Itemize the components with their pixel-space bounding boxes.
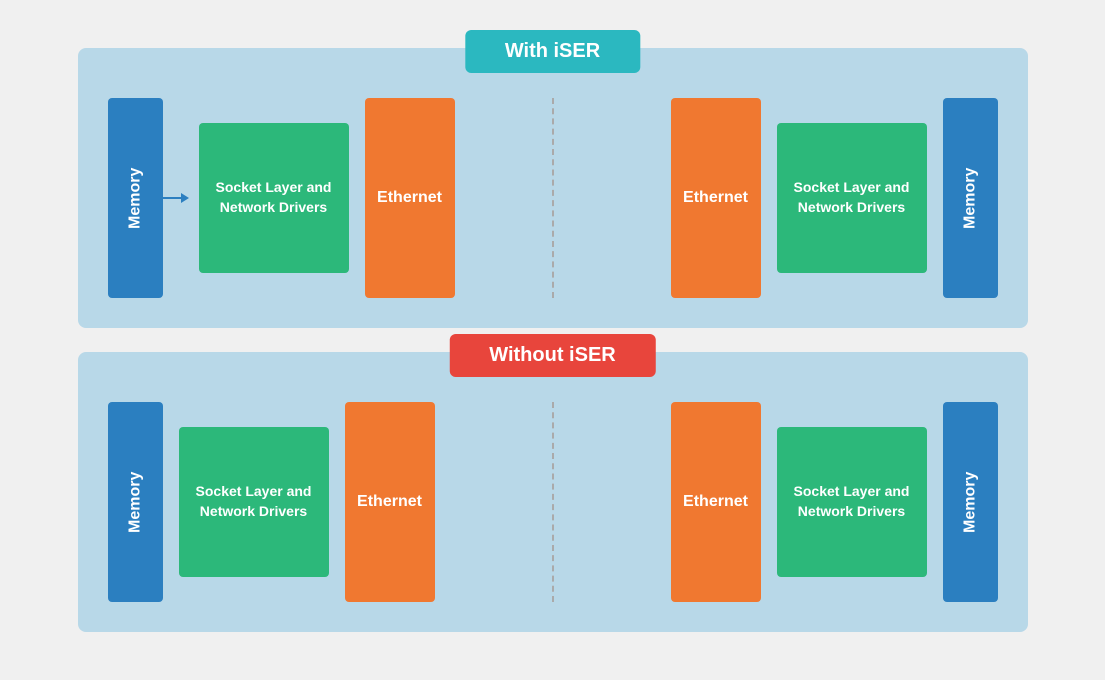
without-right-memory-block: Memory <box>943 402 998 602</box>
with-iser-right-group: Ethernet Socket Layer and Network Driver… <box>671 98 998 298</box>
with-iser-left-group: Memory Socket Layer and Network Drivers … <box>108 98 455 298</box>
center-divider-2 <box>552 402 554 602</box>
without-right-ethernet-block: Ethernet <box>671 402 761 602</box>
left-ethernet-block: Ethernet <box>365 98 455 298</box>
without-left-ethernet-block: Ethernet <box>345 402 435 602</box>
left-socket-block: Socket Layer and Network Drivers <box>199 123 349 273</box>
without-iser-section: Without iSER Memory Socket Layer and Net… <box>78 352 1028 632</box>
without-iser-title: Without iSER <box>449 334 655 377</box>
without-iser-left-group: Memory Socket Layer and Network Drivers … <box>108 402 435 602</box>
right-ethernet-block: Ethernet <box>671 98 761 298</box>
with-iser-title: With iSER <box>465 30 640 73</box>
right-memory-block: Memory <box>943 98 998 298</box>
with-iser-diagram: Memory Socket Layer and Network Drivers … <box>108 98 998 298</box>
right-socket-block: Socket Layer and Network Drivers <box>777 123 927 273</box>
with-iser-section: With iSER Memory Socket Layer and Networ… <box>78 48 1028 328</box>
left-memory-block: Memory <box>108 98 163 298</box>
without-iser-right-group: Ethernet Socket Layer and Network Driver… <box>671 402 998 602</box>
without-left-socket-block: Socket Layer and Network Drivers <box>179 427 329 577</box>
left-memory-arrow <box>163 197 183 199</box>
without-left-memory-block: Memory <box>108 402 163 602</box>
without-iser-diagram: Memory Socket Layer and Network Drivers … <box>108 402 998 602</box>
center-divider <box>552 98 554 298</box>
without-right-socket-block: Socket Layer and Network Drivers <box>777 427 927 577</box>
left-memory-wrapper: Memory <box>108 98 183 298</box>
